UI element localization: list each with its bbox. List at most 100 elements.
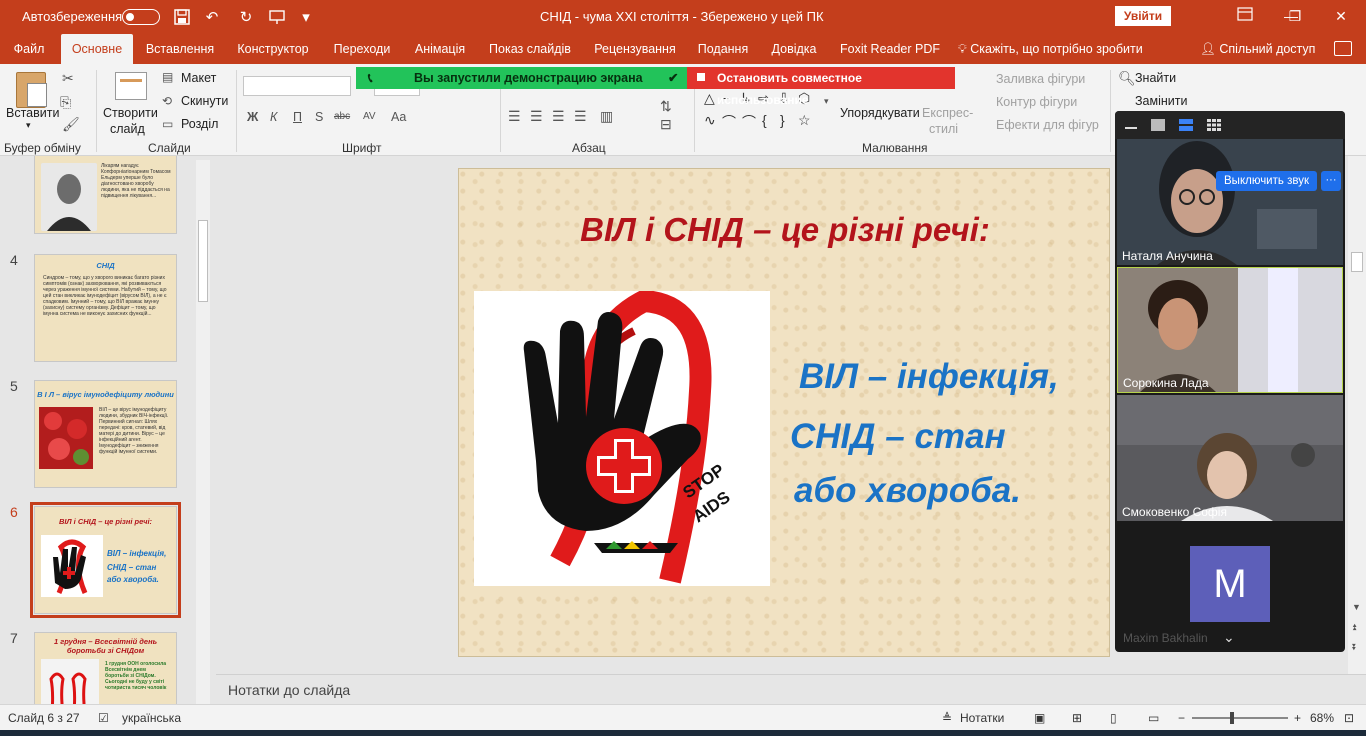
redo-icon[interactable]: ↻ bbox=[236, 7, 256, 27]
slide-line-disease[interactable]: або хвороба. bbox=[794, 471, 1021, 511]
shape-effects-button[interactable]: Ефекти для фігур bbox=[996, 118, 1099, 132]
reading-view-icon[interactable]: ▯ bbox=[1110, 711, 1117, 725]
shape-fill-button[interactable]: Заливка фігури bbox=[996, 72, 1085, 86]
shape-outline-button[interactable]: Контур фігури bbox=[996, 95, 1077, 109]
save-icon[interactable] bbox=[172, 7, 192, 27]
minimize-panel-icon[interactable] bbox=[1125, 127, 1137, 129]
restore-button[interactable]: ❐ bbox=[1272, 0, 1318, 34]
reset-button[interactable]: Скинути bbox=[181, 94, 228, 108]
slide-sorter-icon[interactable]: ⊞ bbox=[1072, 711, 1082, 725]
tab-insert[interactable]: Вставлення bbox=[140, 34, 220, 64]
tab-view[interactable]: Подання bbox=[690, 34, 756, 64]
tab-slideshow[interactable]: Показ слайдів bbox=[484, 34, 576, 64]
next-slide-icon[interactable]: ⏬︎ bbox=[1352, 642, 1357, 653]
zoom-out-icon[interactable]: − bbox=[1178, 711, 1185, 725]
more-options-button[interactable]: ··· bbox=[1321, 171, 1341, 191]
text-direction-icon[interactable]: ⇅ bbox=[660, 98, 672, 115]
tab-design[interactable]: Конструктор bbox=[230, 34, 316, 64]
columns-icon[interactable]: ▥ bbox=[600, 108, 613, 125]
zoom-slider-thumb[interactable] bbox=[1230, 712, 1235, 724]
autosave-toggle[interactable] bbox=[122, 9, 160, 25]
underline-button[interactable]: П bbox=[293, 110, 302, 124]
format-painter-icon[interactable]: 🖌︎ bbox=[62, 116, 80, 133]
gallery-view-icon[interactable] bbox=[1207, 119, 1221, 131]
normal-view-icon[interactable]: ▣ bbox=[1034, 711, 1045, 725]
comments-icon[interactable] bbox=[1334, 41, 1352, 56]
tab-transitions[interactable]: Переходи bbox=[326, 34, 398, 64]
justify-icon[interactable]: ☰ bbox=[574, 108, 587, 125]
slide-thumbnail-7[interactable]: 1 грудня – Всесвітній день боротьби зі С… bbox=[34, 632, 177, 704]
customize-toolbar-icon[interactable]: ▾ bbox=[296, 7, 316, 27]
strikethrough-button[interactable]: abc bbox=[334, 111, 350, 122]
slide-line-hiv[interactable]: ВІЛ – інфекція, bbox=[799, 357, 1059, 397]
scroll-down-icon[interactable]: ▼ bbox=[1352, 602, 1361, 612]
right-brace-icon[interactable]: } bbox=[780, 112, 785, 128]
align-left-icon[interactable]: ☰ bbox=[508, 108, 521, 125]
char-spacing-button[interactable]: AV bbox=[363, 111, 376, 122]
close-button[interactable]: ✕ bbox=[1318, 0, 1364, 34]
tab-help[interactable]: Довідка bbox=[764, 34, 824, 64]
slide-thumbnail-4[interactable]: СНІД Синдром – тому, що у хворого виника… bbox=[34, 254, 177, 362]
scrollbar-thumb[interactable] bbox=[1351, 252, 1363, 272]
replace-button[interactable]: Замінити bbox=[1135, 94, 1187, 108]
slide-canvas[interactable]: ВІЛ і СНІД – це різні речі: STOP AIDS ВІ… bbox=[458, 168, 1110, 657]
notes-toggle-button[interactable]: Нотатки bbox=[960, 711, 1004, 725]
triangle-shape-icon[interactable]: △ bbox=[704, 90, 715, 107]
shadow-button[interactable]: S bbox=[315, 110, 323, 124]
slideshow-view-icon[interactable]: ▭ bbox=[1148, 711, 1159, 725]
tab-animations[interactable]: Анімація bbox=[408, 34, 472, 64]
language-label[interactable]: українська bbox=[122, 711, 181, 725]
tab-file[interactable]: Файл bbox=[8, 34, 50, 64]
slide-thumbnail-5[interactable]: В І Л – вірус імунодефіциту людини ВІЛ –… bbox=[34, 380, 177, 488]
arc-icon[interactable]: ⌒ bbox=[722, 112, 736, 132]
tell-me-search[interactable]: 💡︎ Скажіть, що потрібно зробити bbox=[958, 34, 1143, 64]
unmute-button[interactable]: Выключить звук bbox=[1216, 171, 1317, 191]
cut-icon[interactable]: ✂ bbox=[62, 70, 74, 87]
paste-button[interactable]: Вставити bbox=[6, 106, 59, 120]
spellcheck-icon[interactable]: ☑ bbox=[98, 711, 109, 725]
chevron-down-icon[interactable]: ⌄ bbox=[1223, 629, 1235, 646]
tab-home[interactable]: Основне bbox=[61, 34, 133, 64]
left-brace-icon[interactable]: { bbox=[762, 112, 767, 128]
tab-review[interactable]: Рецензування bbox=[588, 34, 682, 64]
curve-icon[interactable]: ⌒ bbox=[742, 112, 756, 132]
slide-title[interactable]: ВІЛ і СНІД – це різні речі: bbox=[459, 211, 1109, 249]
layout-button[interactable]: Макет bbox=[181, 71, 216, 85]
new-slide-icon[interactable] bbox=[115, 72, 147, 100]
stop-sharing-button[interactable]: Остановить совместное использование bbox=[687, 67, 955, 107]
ribbon-display-icon[interactable] bbox=[1222, 0, 1268, 34]
stop-aids-image[interactable]: STOP AIDS bbox=[474, 289, 770, 586]
change-case-button[interactable]: Aa bbox=[391, 110, 406, 124]
previous-slide-icon[interactable]: ⏫︎ bbox=[1352, 622, 1357, 633]
scrollbar-thumb[interactable] bbox=[198, 220, 208, 302]
find-button[interactable]: Знайти bbox=[1135, 71, 1176, 85]
workspace-scrollbar[interactable]: ▼ ⏫︎ ⏬︎ bbox=[1348, 156, 1366, 674]
zoom-slider[interactable] bbox=[1192, 712, 1288, 724]
font-name-input[interactable] bbox=[243, 76, 351, 96]
present-from-start-icon[interactable] bbox=[267, 7, 287, 27]
italic-button[interactable]: К bbox=[270, 110, 277, 124]
tab-foxit[interactable]: Foxit Reader PDF bbox=[836, 34, 944, 64]
new-slide-button[interactable]: Створити bbox=[103, 106, 158, 120]
zoom-in-icon[interactable]: + bbox=[1294, 711, 1301, 725]
slide-thumbnail-6[interactable]: ВІЛ і СНІД – це різні речі: ВІЛ – інфекц… bbox=[30, 502, 181, 618]
freeform-icon[interactable]: ∿ bbox=[704, 112, 716, 129]
participant-tile[interactable]: Сорокина Лада bbox=[1117, 267, 1343, 393]
participant-tile[interactable]: Выключить звук ··· Наталя Анучина bbox=[1117, 139, 1343, 265]
zoom-level[interactable]: 68% bbox=[1310, 711, 1334, 725]
share-button[interactable]: 👤︎ Спільний доступ bbox=[1200, 34, 1315, 64]
section-button[interactable]: Розділ bbox=[181, 117, 218, 131]
participant-tile[interactable]: Смоковенко Софія bbox=[1117, 395, 1343, 521]
slide-thumbnail-3[interactable]: Лікарям нагадує Копфорніагіонарним Томас… bbox=[34, 156, 177, 234]
single-view-icon[interactable] bbox=[1151, 119, 1165, 131]
copy-icon[interactable]: ⎘ bbox=[60, 94, 71, 111]
star-icon[interactable]: ☆ bbox=[798, 112, 811, 129]
align-center-icon[interactable]: ☰ bbox=[530, 108, 543, 125]
signin-button[interactable]: Увійти bbox=[1115, 6, 1171, 26]
speaker-view-icon[interactable] bbox=[1179, 119, 1193, 131]
notes-pane[interactable]: Нотатки до слайда bbox=[216, 674, 1366, 704]
slide-line-aids[interactable]: СНІД – стан bbox=[790, 417, 1006, 457]
thumbnails-scrollbar[interactable] bbox=[196, 160, 210, 704]
paste-icon[interactable] bbox=[16, 72, 47, 108]
bold-button[interactable]: Ж bbox=[247, 110, 258, 124]
